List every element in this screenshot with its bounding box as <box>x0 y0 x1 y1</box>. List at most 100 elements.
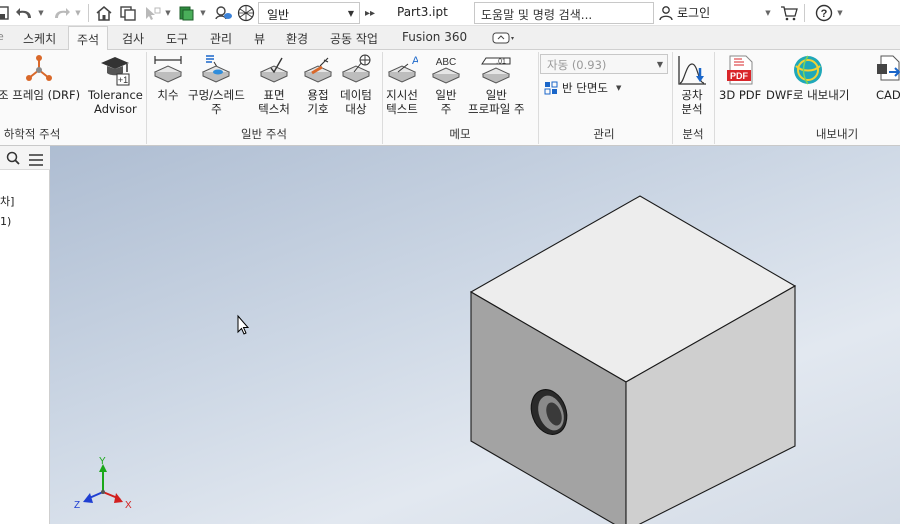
tab-collaborate[interactable]: 공동 작업 <box>330 30 378 47</box>
dimension-button[interactable]: 치수 <box>152 54 184 102</box>
tab-tools[interactable]: 도구 <box>166 30 188 47</box>
login-button[interactable]: 로그인 <box>658 4 710 21</box>
select-filter-icon[interactable] <box>142 3 162 23</box>
qat-separator <box>88 4 89 22</box>
general-note-button[interactable]: ABC 일반 주 <box>430 54 462 116</box>
select-filter-dropdown-icon[interactable]: ▼ <box>164 3 172 23</box>
material-sphere-icon[interactable] <box>236 3 256 23</box>
z-axis-label: Z <box>74 500 80 511</box>
datum-target-icon <box>340 54 372 86</box>
tolerance-advisor-icon: +1 <box>99 54 131 86</box>
general-profile-note-icon: .01 <box>476 54 516 86</box>
document-title: Part3.ipt <box>397 5 448 19</box>
export-3d-pdf-label: 3D PDF <box>719 88 762 102</box>
leader-text-icon: A <box>386 54 418 86</box>
redo-dropdown-icon[interactable]: ▼ <box>74 3 82 23</box>
home-icon[interactable] <box>94 3 114 23</box>
tolerance-select[interactable]: 자동 (0.93) ▼ <box>540 54 668 74</box>
welding-symbol-button[interactable]: 용접 기호 <box>302 54 334 116</box>
help-dropdown-icon[interactable]: ▼ <box>836 3 844 23</box>
hole-thread-note-button[interactable]: 구멍/스레드 주 <box>188 54 245 116</box>
svg-text:PDF: PDF <box>730 71 749 81</box>
half-section-label: 반 단면도 <box>562 81 608 95</box>
viewport-canvas: Y X Z <box>74 195 797 524</box>
tolerance-analysis-label: 공차 분석 <box>681 88 703 116</box>
login-dropdown-icon[interactable]: ▼ <box>764 3 772 23</box>
datum-target-button[interactable]: 데이텀 대상 <box>340 54 372 116</box>
save-icon[interactable] <box>0 3 10 23</box>
group-separator <box>714 52 715 144</box>
general-profile-note-button[interactable]: .01 일반 프로파일 주 <box>468 54 525 116</box>
tab-view[interactable]: 뷰 <box>254 30 265 47</box>
welding-symbol-icon <box>302 54 334 86</box>
redo-icon[interactable] <box>50 3 72 23</box>
export-dwf-label: DWF로 내보내기 <box>766 88 850 102</box>
dwf-globe-icon <box>792 54 824 86</box>
tab-environments[interactable]: 환경 <box>286 30 308 47</box>
model-browser: 차] 1) <box>0 146 50 524</box>
inventor-window: ▼ ▼ ▼ ▼ 일반 ▼ ▸▸ Part3.ipt 도움말 및 명령 검색...… <box>0 0 900 524</box>
export-3d-pdf-button[interactable]: PDF 3D PDF <box>719 54 761 102</box>
svg-text:.01: .01 <box>496 59 506 66</box>
undo-icon[interactable] <box>14 3 36 23</box>
export-cad-format-button[interactable]: CAD 형 <box>862 54 900 102</box>
tolerance-advisor-button[interactable]: +1 Tolerance Advisor <box>88 54 143 116</box>
leader-text-label: 지시선 텍스트 <box>386 88 418 116</box>
tab-annotate[interactable]: 주석 <box>68 26 109 51</box>
project-icon[interactable] <box>118 3 138 23</box>
appearance-dropdown-icon[interactable]: ▼ <box>199 3 207 23</box>
dimension-label: 치수 <box>157 88 179 102</box>
export-dwf-button[interactable]: DWF로 내보내기 <box>766 54 849 102</box>
search-icon[interactable] <box>6 150 20 169</box>
undo-dropdown-icon[interactable]: ▼ <box>37 3 45 23</box>
ribbon-display-toggle[interactable] <box>492 32 516 47</box>
group-separator <box>382 52 383 144</box>
user-icon <box>659 5 673 20</box>
group-separator <box>146 52 147 144</box>
help-icon[interactable]: ? <box>814 3 834 23</box>
general-profile-note-label: 일반 프로파일 주 <box>468 88 525 116</box>
help-search-input[interactable]: 도움말 및 명령 검색... <box>474 2 654 24</box>
browser-tree-node[interactable]: 1) <box>0 215 11 228</box>
cart-icon[interactable] <box>779 3 799 23</box>
material-icon[interactable] <box>212 3 234 23</box>
browser-tree-node[interactable]: 차] <box>0 193 14 209</box>
group-separator <box>672 52 673 144</box>
manage-group-label: 관리 <box>593 127 615 141</box>
drf-label: 조 프레임 (DRF) <box>0 88 81 102</box>
svg-text:?: ? <box>821 8 828 20</box>
appearance-style-select[interactable]: 일반 ▼ <box>258 2 360 24</box>
x-axis-label: X <box>125 500 132 511</box>
ribbon-panel: 조 프레임 (DRF) +1 Tolerance Advisor 하학적 주석 … <box>0 50 900 146</box>
expand-toolbar-icon[interactable]: ▸▸ <box>363 3 377 23</box>
welding-symbol-label: 용접 기호 <box>307 88 329 116</box>
view-triad: Y X Z <box>74 456 132 511</box>
dimension-icon <box>152 54 184 86</box>
tab-inspect[interactable]: 검사 <box>122 30 144 47</box>
part-model-cube[interactable] <box>469 195 797 524</box>
menu-icon[interactable] <box>29 151 43 170</box>
svg-text:ABC: ABC <box>436 57 457 68</box>
leader-text-button[interactable]: A 지시선 텍스트 <box>386 54 418 116</box>
y-axis-label: Y <box>99 456 106 467</box>
tab-fusion-360[interactable]: Fusion 360 <box>402 30 467 44</box>
tolerance-analysis-button[interactable]: 공차 분석 <box>676 54 708 116</box>
tab-manage[interactable]: 관리 <box>210 30 232 47</box>
appearance-icon[interactable] <box>176 3 198 23</box>
datum-target-label: 데이텀 대상 <box>340 88 372 116</box>
group-separator <box>538 52 539 144</box>
surface-texture-button[interactable]: 표면 텍스처 <box>258 54 290 116</box>
half-section-icon <box>544 81 558 95</box>
datum-reference-frame-button[interactable]: 조 프레임 (DRF) <box>0 54 80 102</box>
tab-overflow[interactable]: e <box>0 30 4 43</box>
surface-texture-label: 표면 텍스처 <box>258 88 290 116</box>
export-group-label: 내보내기 <box>815 127 859 141</box>
z-axis-arrow <box>83 493 93 503</box>
half-section-button[interactable]: 반 단면도 ▼ <box>544 80 621 96</box>
graphics-viewport[interactable]: Y X Z <box>50 146 900 524</box>
drf-icon <box>24 54 54 86</box>
surface-texture-icon <box>258 54 290 86</box>
help-search-placeholder: 도움말 및 명령 검색... <box>481 8 593 22</box>
chevron-down-icon: ▼ <box>656 60 663 69</box>
tab-sketch[interactable]: 스케치 <box>23 30 56 47</box>
